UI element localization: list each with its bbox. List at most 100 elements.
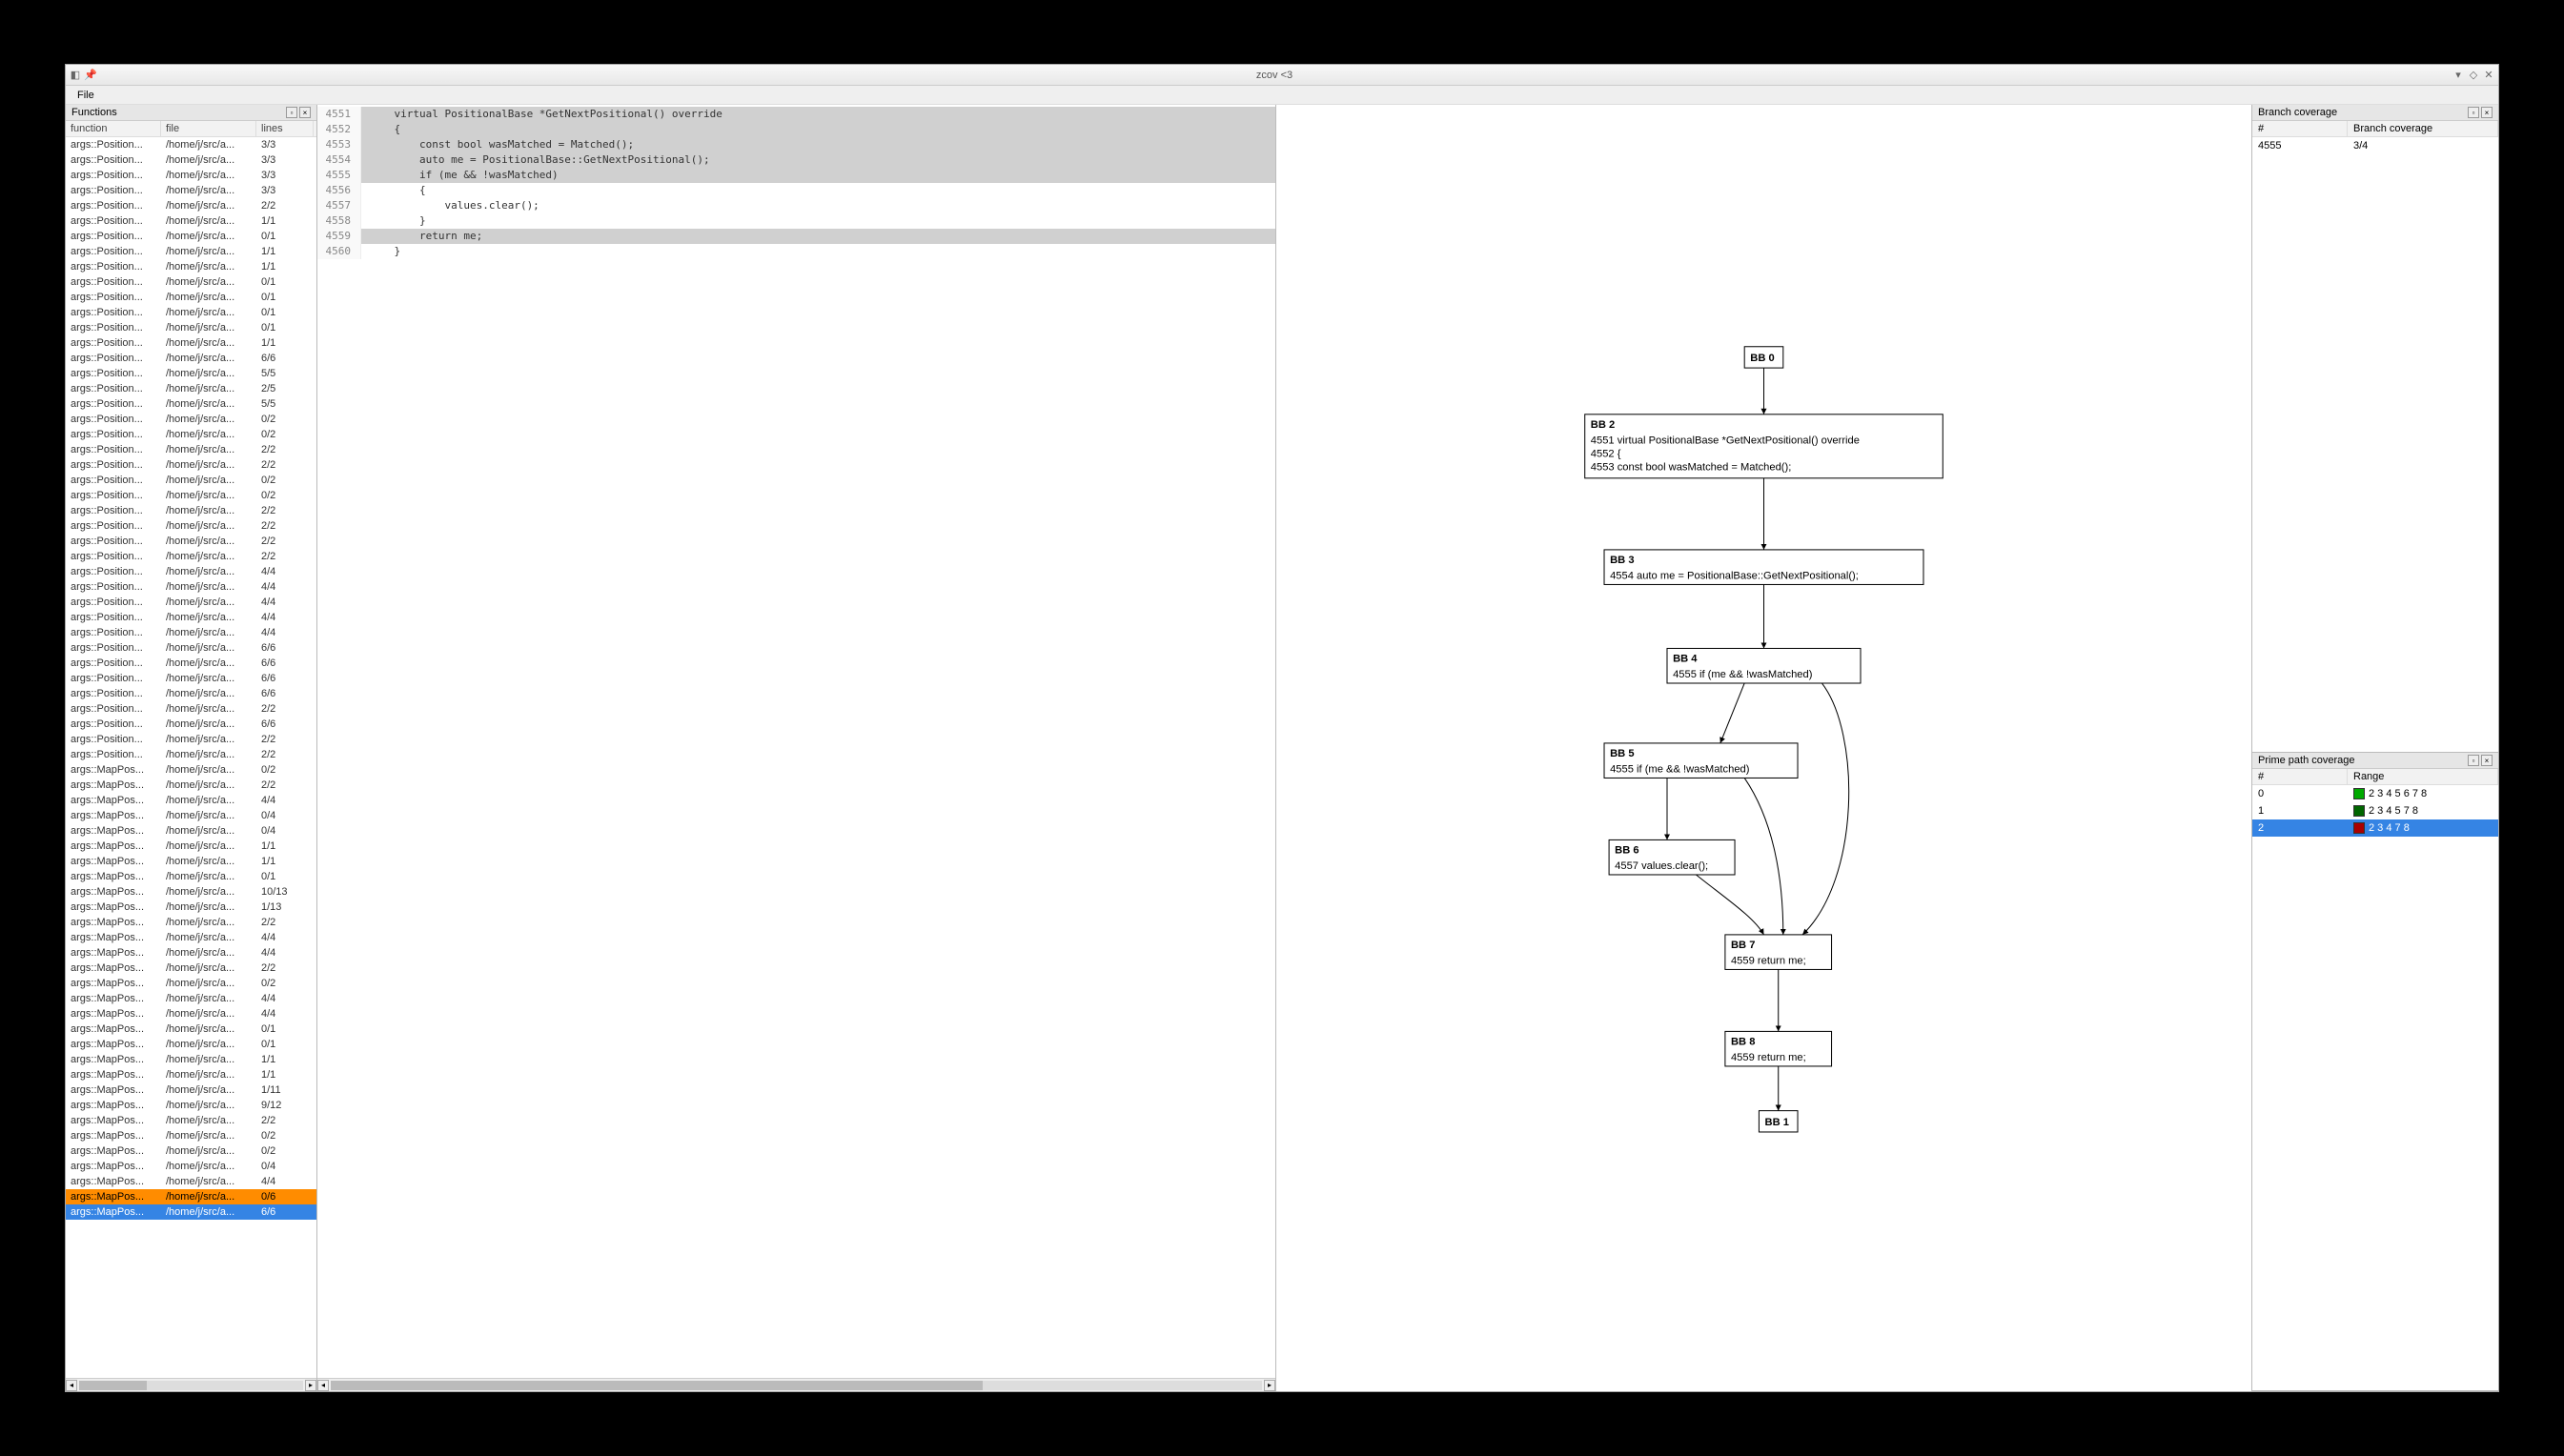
panel-close-button[interactable]: ×: [2481, 107, 2493, 118]
function-row[interactable]: args::MapPos.../home/j/src/a...0/2: [66, 976, 316, 991]
function-row[interactable]: args::Position.../home/j/src/a...0/1: [66, 229, 316, 244]
code-line[interactable]: 4560 }: [317, 244, 1275, 259]
function-row[interactable]: args::MapPos.../home/j/src/a...0/4: [66, 808, 316, 823]
function-row[interactable]: args::Position.../home/j/src/a...0/2: [66, 412, 316, 427]
code-line[interactable]: 4557 values.clear();: [317, 198, 1275, 213]
menu-file[interactable]: File: [71, 88, 100, 103]
function-row[interactable]: args::Position.../home/j/src/a...3/3: [66, 168, 316, 183]
branch-col-num[interactable]: #: [2252, 121, 2348, 136]
pin-icon[interactable]: 📌: [85, 70, 96, 81]
function-row[interactable]: args::MapPos.../home/j/src/a...4/4: [66, 1174, 316, 1189]
maximize-button[interactable]: ◇: [2468, 70, 2479, 81]
function-row[interactable]: args::Position.../home/j/src/a...2/2: [66, 442, 316, 457]
function-row[interactable]: args::MapPos.../home/j/src/a...2/2: [66, 961, 316, 976]
diagram-panel[interactable]: BB 0 BB 2 4551 virtual PositionalBase *G…: [1276, 105, 2252, 1391]
prime-row[interactable]: 22 3 4 7 8: [2252, 819, 2498, 837]
branch-row[interactable]: 45553/4: [2252, 137, 2498, 154]
function-row[interactable]: args::Position.../home/j/src/a...2/2: [66, 503, 316, 518]
function-row[interactable]: args::Position.../home/j/src/a...2/2: [66, 701, 316, 717]
col-function[interactable]: function: [66, 121, 161, 136]
code-line[interactable]: 4556 {: [317, 183, 1275, 198]
function-row[interactable]: args::MapPos.../home/j/src/a...1/1: [66, 1052, 316, 1067]
code-line[interactable]: 4551 virtual PositionalBase *GetNextPosi…: [317, 107, 1275, 122]
prime-col-num[interactable]: #: [2252, 769, 2348, 784]
function-row[interactable]: args::MapPos.../home/j/src/a...0/4: [66, 1159, 316, 1174]
function-row[interactable]: args::MapPos.../home/j/src/a...1/1: [66, 839, 316, 854]
functions-hscrollbar[interactable]: ◂ ▸: [66, 1378, 316, 1391]
function-row[interactable]: args::Position.../home/j/src/a...1/1: [66, 213, 316, 229]
function-row[interactable]: args::Position.../home/j/src/a...1/1: [66, 335, 316, 351]
function-row[interactable]: args::MapPos.../home/j/src/a...0/4: [66, 823, 316, 839]
function-row[interactable]: args::MapPos.../home/j/src/a...0/1: [66, 1037, 316, 1052]
function-row[interactable]: args::Position.../home/j/src/a...0/2: [66, 427, 316, 442]
function-row[interactable]: args::Position.../home/j/src/a...6/6: [66, 717, 316, 732]
function-row[interactable]: args::Position.../home/j/src/a...0/2: [66, 488, 316, 503]
function-row[interactable]: args::Position.../home/j/src/a...0/1: [66, 305, 316, 320]
function-row[interactable]: args::Position.../home/j/src/a...6/6: [66, 351, 316, 366]
scroll-left-button[interactable]: ◂: [66, 1380, 77, 1391]
function-row[interactable]: args::Position.../home/j/src/a...6/6: [66, 671, 316, 686]
function-row[interactable]: args::Position.../home/j/src/a...5/5: [66, 366, 316, 381]
function-row[interactable]: args::MapPos.../home/j/src/a...10/13: [66, 884, 316, 900]
col-file[interactable]: file: [161, 121, 256, 136]
function-row[interactable]: args::MapPos.../home/j/src/a...0/2: [66, 1128, 316, 1143]
panel-detach-button[interactable]: ▫: [2468, 107, 2479, 118]
function-row[interactable]: args::MapPos.../home/j/src/a...0/6: [66, 1189, 316, 1204]
function-row[interactable]: args::Position.../home/j/src/a...4/4: [66, 564, 316, 579]
branch-col-cov[interactable]: Branch coverage: [2348, 121, 2498, 136]
code-body[interactable]: 4551 virtual PositionalBase *GetNextPosi…: [317, 105, 1275, 1378]
function-row[interactable]: args::Position.../home/j/src/a...0/1: [66, 320, 316, 335]
minimize-button[interactable]: ▾: [2452, 70, 2464, 81]
function-row[interactable]: args::MapPos.../home/j/src/a...4/4: [66, 793, 316, 808]
function-row[interactable]: args::Position.../home/j/src/a...3/3: [66, 137, 316, 152]
function-row[interactable]: args::Position.../home/j/src/a...2/5: [66, 381, 316, 396]
function-row[interactable]: args::MapPos.../home/j/src/a...1/1: [66, 854, 316, 869]
function-row[interactable]: args::Position.../home/j/src/a...1/1: [66, 259, 316, 274]
prime-row[interactable]: 12 3 4 5 7 8: [2252, 802, 2498, 819]
function-row[interactable]: args::MapPos.../home/j/src/a...9/12: [66, 1098, 316, 1113]
function-row[interactable]: args::Position.../home/j/src/a...2/2: [66, 732, 316, 747]
function-row[interactable]: args::MapPos.../home/j/src/a...1/1: [66, 1067, 316, 1082]
function-row[interactable]: args::Position.../home/j/src/a...1/1: [66, 244, 316, 259]
function-row[interactable]: args::Position.../home/j/src/a...0/1: [66, 274, 316, 290]
function-row[interactable]: args::Position.../home/j/src/a...6/6: [66, 686, 316, 701]
function-row[interactable]: args::MapPos.../home/j/src/a...4/4: [66, 1006, 316, 1021]
branch-body[interactable]: 45553/4: [2252, 137, 2498, 752]
code-line[interactable]: 4555 if (me && !wasMatched): [317, 168, 1275, 183]
function-row[interactable]: args::Position.../home/j/src/a...2/2: [66, 549, 316, 564]
function-row[interactable]: args::Position.../home/j/src/a...6/6: [66, 640, 316, 656]
panel-close-button[interactable]: ×: [299, 107, 311, 118]
function-row[interactable]: args::Position.../home/j/src/a...4/4: [66, 595, 316, 610]
code-line[interactable]: 4552 {: [317, 122, 1275, 137]
panel-detach-button[interactable]: ▫: [286, 107, 297, 118]
function-row[interactable]: args::MapPos.../home/j/src/a...1/13: [66, 900, 316, 915]
prime-body[interactable]: 02 3 4 5 6 7 812 3 4 5 7 822 3 4 7 8: [2252, 785, 2498, 1390]
function-row[interactable]: args::Position.../home/j/src/a...4/4: [66, 625, 316, 640]
function-row[interactable]: args::MapPos.../home/j/src/a...2/2: [66, 915, 316, 930]
function-row[interactable]: args::MapPos.../home/j/src/a...0/2: [66, 762, 316, 778]
function-row[interactable]: args::MapPos.../home/j/src/a...2/2: [66, 778, 316, 793]
function-row[interactable]: args::MapPos.../home/j/src/a...4/4: [66, 991, 316, 1006]
function-row[interactable]: args::MapPos.../home/j/src/a...0/1: [66, 1021, 316, 1037]
function-row[interactable]: args::Position.../home/j/src/a...2/2: [66, 747, 316, 762]
code-line[interactable]: 4559 return me;: [317, 229, 1275, 244]
close-button[interactable]: ✕: [2483, 70, 2494, 81]
function-row[interactable]: args::MapPos.../home/j/src/a...4/4: [66, 945, 316, 961]
panel-detach-button[interactable]: ▫: [2468, 755, 2479, 766]
function-row[interactable]: args::MapPos.../home/j/src/a...6/6: [66, 1204, 316, 1220]
scroll-right-button[interactable]: ▸: [305, 1380, 316, 1391]
code-line[interactable]: 4553 const bool wasMatched = Matched();: [317, 137, 1275, 152]
prime-col-range[interactable]: Range: [2348, 769, 2498, 784]
function-row[interactable]: args::MapPos.../home/j/src/a...0/2: [66, 1143, 316, 1159]
function-row[interactable]: args::Position.../home/j/src/a...5/5: [66, 396, 316, 412]
function-row[interactable]: args::MapPos.../home/j/src/a...0/1: [66, 869, 316, 884]
scroll-right-button[interactable]: ▸: [1264, 1380, 1275, 1391]
functions-table-body[interactable]: args::Position.../home/j/src/a...3/3args…: [66, 137, 316, 1378]
code-line[interactable]: 4554 auto me = PositionalBase::GetNextPo…: [317, 152, 1275, 168]
panel-close-button[interactable]: ×: [2481, 755, 2493, 766]
col-lines[interactable]: lines: [256, 121, 314, 136]
code-hscrollbar[interactable]: ◂ ▸: [317, 1378, 1275, 1391]
function-row[interactable]: args::Position.../home/j/src/a...2/2: [66, 198, 316, 213]
code-line[interactable]: 4558 }: [317, 213, 1275, 229]
function-row[interactable]: args::Position.../home/j/src/a...2/2: [66, 457, 316, 473]
